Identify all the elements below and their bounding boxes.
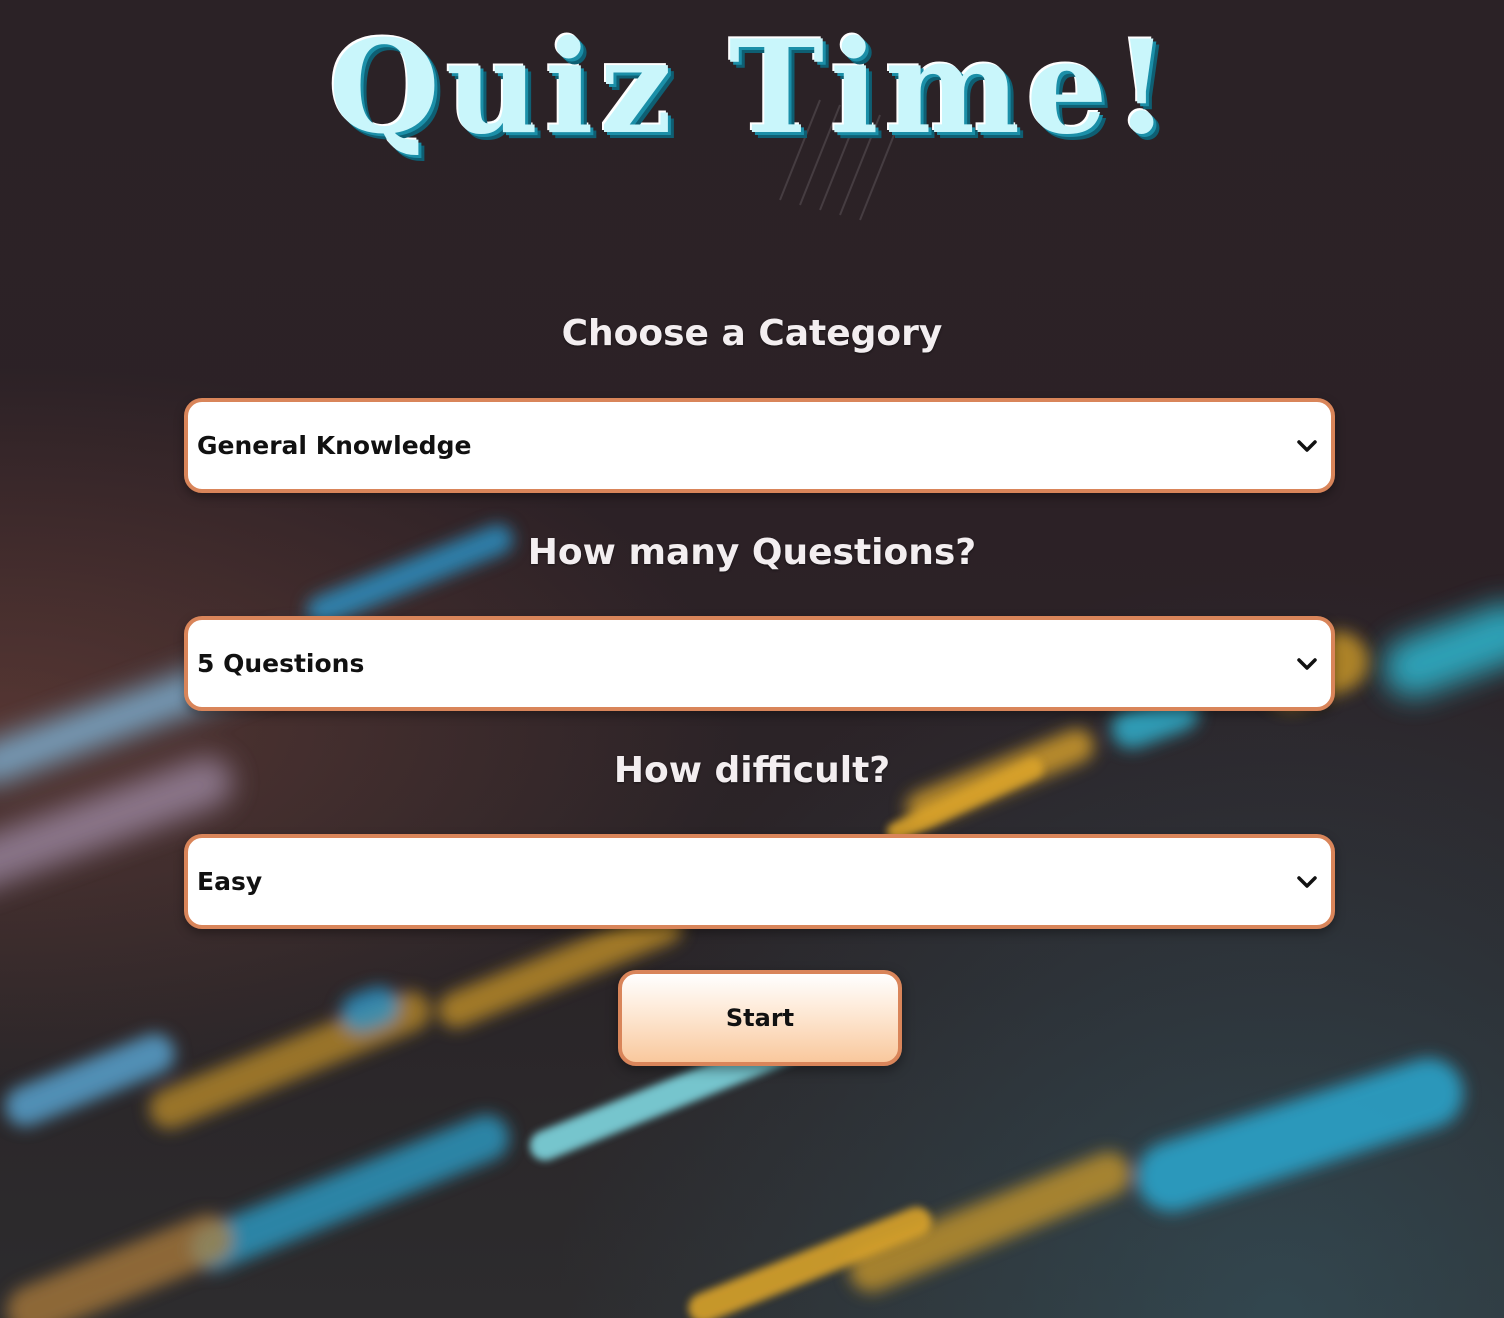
chevron-down-icon <box>1287 426 1327 466</box>
difficulty-label: How difficult? <box>613 750 891 791</box>
start-button[interactable]: Start <box>618 970 902 1066</box>
page-title: Quiz Time! <box>328 13 1176 163</box>
chevron-down-icon <box>1287 644 1327 684</box>
category-selected-value: General Knowledge <box>197 431 472 460</box>
difficulty-selected-value: Easy <box>197 867 263 896</box>
questions-count-selected-value: 5 Questions <box>197 649 365 678</box>
category-label: Choose a Category <box>561 313 943 354</box>
questions-count-select[interactable]: 5 Questions <box>184 616 1335 711</box>
difficulty-select[interactable]: Easy <box>184 834 1335 929</box>
category-select[interactable]: General Knowledge <box>184 398 1335 493</box>
questions-count-label: How many Questions? <box>527 532 977 573</box>
chevron-down-icon <box>1287 862 1327 902</box>
